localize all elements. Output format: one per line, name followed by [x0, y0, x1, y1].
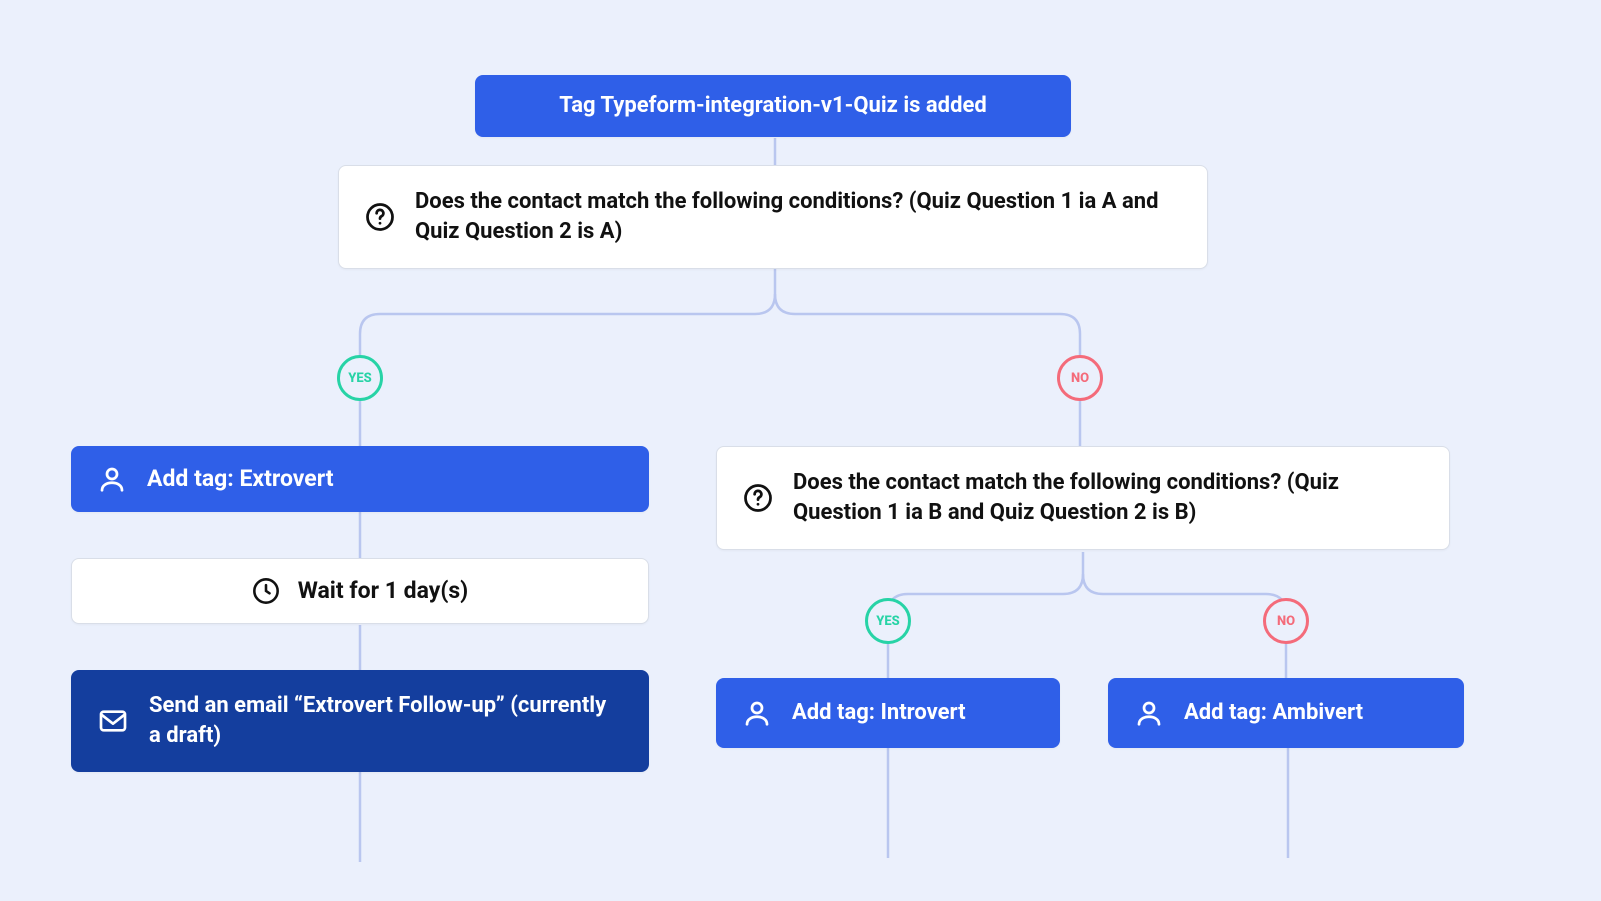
add-tag-introvert-label: Add tag: Introvert	[792, 698, 1034, 728]
condition-1-label: Does the contact match the following con…	[415, 187, 1181, 246]
clock-icon	[252, 577, 280, 605]
person-icon	[1134, 698, 1164, 728]
no-pill: NO	[1057, 355, 1103, 401]
yes-pill: YES	[337, 355, 383, 401]
no-label: NO	[1071, 371, 1089, 386]
person-icon	[97, 464, 127, 494]
connector	[355, 625, 365, 673]
no-label-2: NO	[1277, 614, 1295, 629]
condition-node-1[interactable]: Does the contact match the following con…	[338, 165, 1208, 269]
yes-label-2: YES	[876, 614, 899, 629]
connector	[355, 772, 365, 862]
envelope-icon	[97, 705, 129, 737]
question-icon	[365, 202, 395, 232]
yes-pill-2: YES	[865, 598, 911, 644]
action-wait[interactable]: Wait for 1 day(s)	[71, 558, 649, 624]
connector	[355, 512, 365, 560]
trigger-node[interactable]: Tag Typeform-integration-v1-Quiz is adde…	[475, 75, 1071, 137]
condition-2-label: Does the contact match the following con…	[793, 468, 1423, 527]
action-send-email[interactable]: Send an email “Extrovert Follow-up” (cur…	[71, 670, 649, 772]
wait-label: Wait for 1 day(s)	[298, 575, 469, 606]
condition-node-2[interactable]: Does the contact match the following con…	[716, 446, 1450, 550]
no-pill-2: NO	[1263, 598, 1309, 644]
add-tag-ambivert-label: Add tag: Ambivert	[1184, 698, 1438, 728]
connector	[883, 748, 893, 858]
trigger-label: Tag Typeform-integration-v1-Quiz is adde…	[559, 91, 986, 121]
connector	[770, 138, 780, 168]
person-icon	[742, 698, 772, 728]
add-tag-extrovert-label: Add tag: Extrovert	[147, 463, 623, 494]
question-icon	[743, 483, 773, 513]
connector	[1283, 748, 1293, 858]
send-email-label: Send an email “Extrovert Follow-up” (cur…	[149, 691, 623, 750]
yes-label: YES	[348, 371, 371, 386]
action-add-tag-extrovert[interactable]: Add tag: Extrovert	[71, 446, 649, 512]
action-add-tag-introvert[interactable]: Add tag: Introvert	[716, 678, 1060, 748]
action-add-tag-ambivert[interactable]: Add tag: Ambivert	[1108, 678, 1464, 748]
